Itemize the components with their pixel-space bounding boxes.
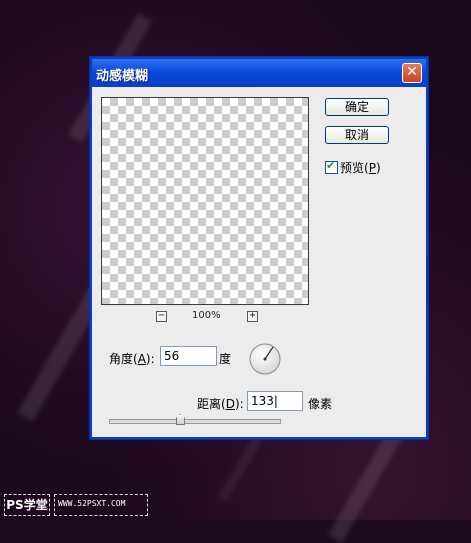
angle-unit: 度 [219, 352, 232, 366]
preview-label: 预览 [340, 161, 365, 175]
motion-blur-dialog: 动感模糊 ✕ − 100% + 确定 取消 ✔ 预览(P) 角度(A): 56 度… [90, 57, 428, 439]
angle-input[interactable]: 56 [160, 346, 217, 366]
preview-checkbox-row[interactable]: ✔ 预览(P) [325, 159, 381, 176]
preview-canvas[interactable] [101, 97, 309, 305]
cancel-button[interactable]: 取消 [325, 126, 389, 144]
checkmark-icon: ✔ [326, 159, 336, 172]
close-button[interactable]: ✕ [402, 63, 422, 83]
distance-slider-track[interactable] [109, 419, 281, 424]
zoom-out-button[interactable]: − [156, 311, 167, 322]
distance-unit: 像素 [308, 397, 333, 411]
watermark-logo: PS学堂 [4, 494, 50, 516]
watermark-url: WWW.52PSXT.COM [58, 499, 126, 508]
minus-icon: − [158, 310, 165, 321]
zoom-in-button[interactable]: + [247, 311, 258, 322]
angle-shortcut: A [137, 352, 146, 366]
close-icon: ✕ [406, 64, 418, 80]
distance-label-row: 距离(D): [197, 397, 244, 411]
preview-checkbox[interactable]: ✔ [325, 159, 338, 174]
plus-icon: + [249, 310, 256, 321]
distance-label: 距离 [197, 397, 222, 411]
text-cursor: | [273, 394, 278, 408]
angle-label: 角度 [109, 352, 134, 366]
distance-input[interactable]: 133| [247, 391, 303, 411]
angle-dial[interactable] [248, 342, 282, 376]
distance-slider-thumb[interactable] [175, 414, 185, 425]
dialog-titlebar[interactable]: 动感模糊 ✕ [92, 59, 426, 87]
zoom-level: 100% [192, 310, 221, 321]
distance-shortcut: D [225, 397, 235, 411]
angle-label-row: 角度(A): [109, 352, 155, 366]
dialog-title: 动感模糊 [96, 69, 149, 84]
ok-button[interactable]: 确定 [325, 98, 389, 116]
distance-value: 133 [251, 394, 274, 408]
preview-shortcut: P [368, 161, 376, 175]
